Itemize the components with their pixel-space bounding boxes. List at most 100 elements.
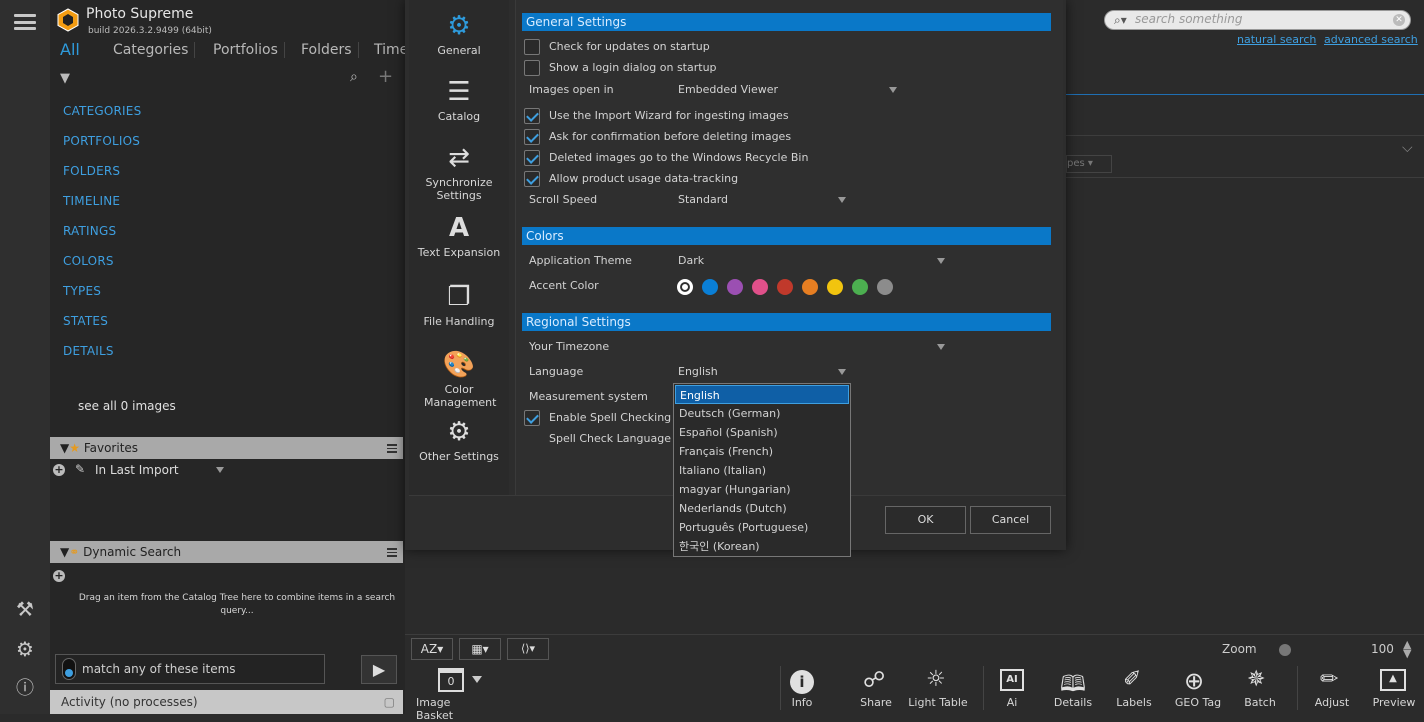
accent-color-swatch[interactable]	[827, 279, 843, 295]
tree-categories[interactable]: CATEGORIES	[63, 104, 141, 118]
panel-menu-icon[interactable]	[387, 548, 397, 557]
adjust-icon[interactable]: ✏	[1320, 667, 1338, 692]
confirm-delete-checkbox[interactable]	[524, 129, 540, 145]
favorites-header[interactable]: ▼★ Favorites	[50, 437, 403, 459]
light-table-icon[interactable]: ☼	[926, 667, 946, 692]
tools-icon[interactable]: ⚒	[13, 597, 37, 621]
ok-button[interactable]: OK	[885, 506, 966, 534]
language-option-italian[interactable]: Italiano (Italian)	[675, 461, 849, 480]
language-option-german[interactable]: Deutsch (German)	[675, 404, 849, 423]
accent-color-swatch[interactable]	[877, 279, 893, 295]
language-option-french[interactable]: Français (French)	[675, 442, 849, 461]
check-updates-checkbox[interactable]	[524, 39, 540, 55]
accent-color-swatch[interactable]	[802, 279, 818, 295]
nav-general[interactable]: ⚙ General	[409, 10, 509, 57]
images-open-arrow-icon[interactable]	[889, 87, 897, 93]
double-chevron-down-icon[interactable]: ⌵	[1402, 140, 1413, 156]
tree-types[interactable]: TYPES	[63, 284, 101, 298]
nav-color-management[interactable]: 🎨 Color Management	[409, 349, 509, 409]
ai-icon[interactable]: AI	[1000, 669, 1024, 691]
advanced-search-link[interactable]: advanced search	[1324, 33, 1418, 46]
nav-other-settings[interactable]: ⚙ Other Settings	[409, 416, 509, 463]
language-option-dutch[interactable]: Nederlands (Dutch)	[675, 499, 849, 518]
language-option-hungarian[interactable]: magyar (Hungarian)	[675, 480, 849, 499]
tree-details[interactable]: DETAILS	[63, 344, 114, 358]
tree-portfolios[interactable]: PORTFOLIOS	[63, 134, 140, 148]
language-option-spanish[interactable]: Español (Spanish)	[675, 423, 849, 442]
language-option-english[interactable]: English	[675, 385, 849, 404]
batch-icon[interactable]: ✵	[1247, 667, 1265, 692]
info-label[interactable]: Info	[767, 696, 837, 709]
tab-portfolios[interactable]: Portfolios	[207, 42, 285, 58]
recycle-bin-checkbox[interactable]	[524, 150, 540, 166]
types-filter-dropdown[interactable]: pes ▾	[1066, 155, 1112, 173]
images-open-dropdown[interactable]: Embedded Viewer	[678, 83, 778, 96]
scroll-speed-dropdown[interactable]: Standard	[678, 193, 728, 206]
share-icon[interactable]: ☍	[863, 668, 885, 693]
language-option-portuguese[interactable]: Português (Portuguese)	[675, 518, 849, 537]
theme-arrow-icon[interactable]	[937, 258, 945, 264]
code-view-button[interactable]: ⟨⟩▾	[507, 638, 549, 660]
add-icon[interactable]: +	[378, 66, 393, 87]
nav-text-expansion[interactable]: A Text Expansion	[409, 212, 509, 259]
match-mode-toggle[interactable]: match any of these items	[55, 654, 325, 684]
ai-label[interactable]: Ai	[977, 696, 1047, 709]
add-favorite-icon[interactable]: +	[53, 464, 65, 476]
dynamic-search-header[interactable]: ▼⚭ Dynamic Search	[50, 541, 403, 563]
accent-color-swatch[interactable]	[677, 279, 693, 295]
scroll-speed-arrow-icon[interactable]	[838, 197, 846, 203]
zoom-slider-handle[interactable]	[1279, 644, 1291, 656]
share-label[interactable]: Share	[841, 696, 911, 709]
clear-search-icon[interactable]: ✕	[1393, 14, 1405, 26]
nav-catalog[interactable]: ☰ Catalog	[409, 76, 509, 123]
panel-menu-icon[interactable]	[387, 444, 397, 453]
login-dialog-checkbox[interactable]	[524, 60, 540, 76]
preview-label[interactable]: Preview	[1359, 696, 1424, 709]
gear-icon[interactable]: ⚙	[13, 637, 37, 661]
run-search-button[interactable]: ▶	[361, 655, 397, 684]
spell-check-checkbox[interactable]	[524, 410, 540, 426]
hamburger-menu-icon[interactable]	[14, 14, 36, 30]
language-arrow-icon[interactable]	[838, 369, 846, 375]
accent-color-swatch[interactable]	[852, 279, 868, 295]
accent-color-swatch[interactable]	[727, 279, 743, 295]
theme-dropdown[interactable]: Dark	[678, 254, 704, 267]
light-table-label[interactable]: Light Table	[903, 696, 973, 709]
import-wizard-checkbox[interactable]	[524, 108, 540, 124]
timezone-arrow-icon[interactable]	[937, 344, 945, 350]
accent-color-swatch[interactable]	[777, 279, 793, 295]
cancel-button[interactable]: Cancel	[970, 506, 1051, 534]
add-search-item-icon[interactable]: +	[53, 570, 65, 582]
image-basket-label[interactable]: Image Basket	[416, 696, 486, 722]
labels-label[interactable]: Labels	[1099, 696, 1169, 709]
details-label[interactable]: Details	[1038, 696, 1108, 709]
tree-ratings[interactable]: RATINGS	[63, 224, 116, 238]
info-icon[interactable]: i	[790, 670, 814, 694]
labels-icon[interactable]: ✐	[1123, 667, 1141, 692]
tree-colors[interactable]: COLORS	[63, 254, 114, 268]
filter-icon[interactable]: ▼	[60, 71, 70, 86]
accent-color-swatch[interactable]	[752, 279, 768, 295]
batch-label[interactable]: Batch	[1225, 696, 1295, 709]
tab-categories[interactable]: Categories	[107, 42, 196, 58]
sort-az-button[interactable]: AZ▾	[411, 638, 453, 660]
toggle-switch-icon[interactable]	[62, 658, 76, 680]
see-all-images-link[interactable]: see all 0 images	[78, 399, 176, 413]
tab-all[interactable]: All	[54, 40, 86, 59]
basket-icon[interactable]: 0	[438, 668, 464, 692]
favorite-dropdown-icon[interactable]	[216, 467, 224, 473]
language-option-korean[interactable]: 한국인 (Korean)	[675, 537, 849, 556]
favorite-item[interactable]: In Last Import	[95, 463, 179, 477]
accent-color-swatch[interactable]	[702, 279, 718, 295]
preview-icon[interactable]: ▲	[1380, 669, 1406, 691]
language-dropdown[interactable]: English	[678, 365, 718, 378]
adjust-label[interactable]: Adjust	[1297, 696, 1367, 709]
tree-timeline[interactable]: TIMELINE	[63, 194, 120, 208]
natural-search-link[interactable]: natural search	[1237, 33, 1316, 46]
expand-icon[interactable]: ▢	[384, 690, 395, 714]
nav-file-handling[interactable]: ❐ File Handling	[409, 281, 509, 328]
tab-folders[interactable]: Folders	[295, 42, 359, 58]
tree-folders[interactable]: FOLDERS	[63, 164, 120, 178]
basket-dropdown-icon[interactable]	[472, 676, 482, 683]
geo-tag-label[interactable]: GEO Tag	[1163, 696, 1233, 709]
